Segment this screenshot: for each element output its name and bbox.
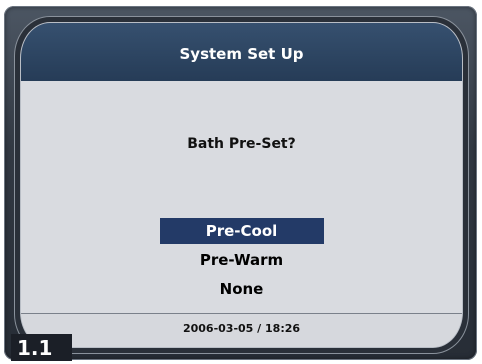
menu-content: Bath Pre-Set? Pre-Cool Pre-Warm None	[21, 81, 462, 313]
option-none[interactable]: None	[160, 276, 324, 302]
date-time-status: 2006-03-05 / 18:26	[21, 313, 462, 347]
figure-step-badge: 1.1	[11, 334, 72, 361]
option-pre-warm[interactable]: Pre-Warm	[160, 247, 324, 273]
lcd-screen: System Set Up Bath Pre-Set? Pre-Cool Pre…	[20, 22, 463, 348]
option-pre-cool[interactable]: Pre-Cool	[159, 218, 324, 244]
screen-title: System Set Up	[21, 23, 462, 82]
option-list: Pre-Cool Pre-Warm None	[21, 218, 462, 305]
menu-question: Bath Pre-Set?	[187, 136, 296, 152]
device-frame: System Set Up Bath Pre-Set? Pre-Cool Pre…	[0, 0, 482, 364]
